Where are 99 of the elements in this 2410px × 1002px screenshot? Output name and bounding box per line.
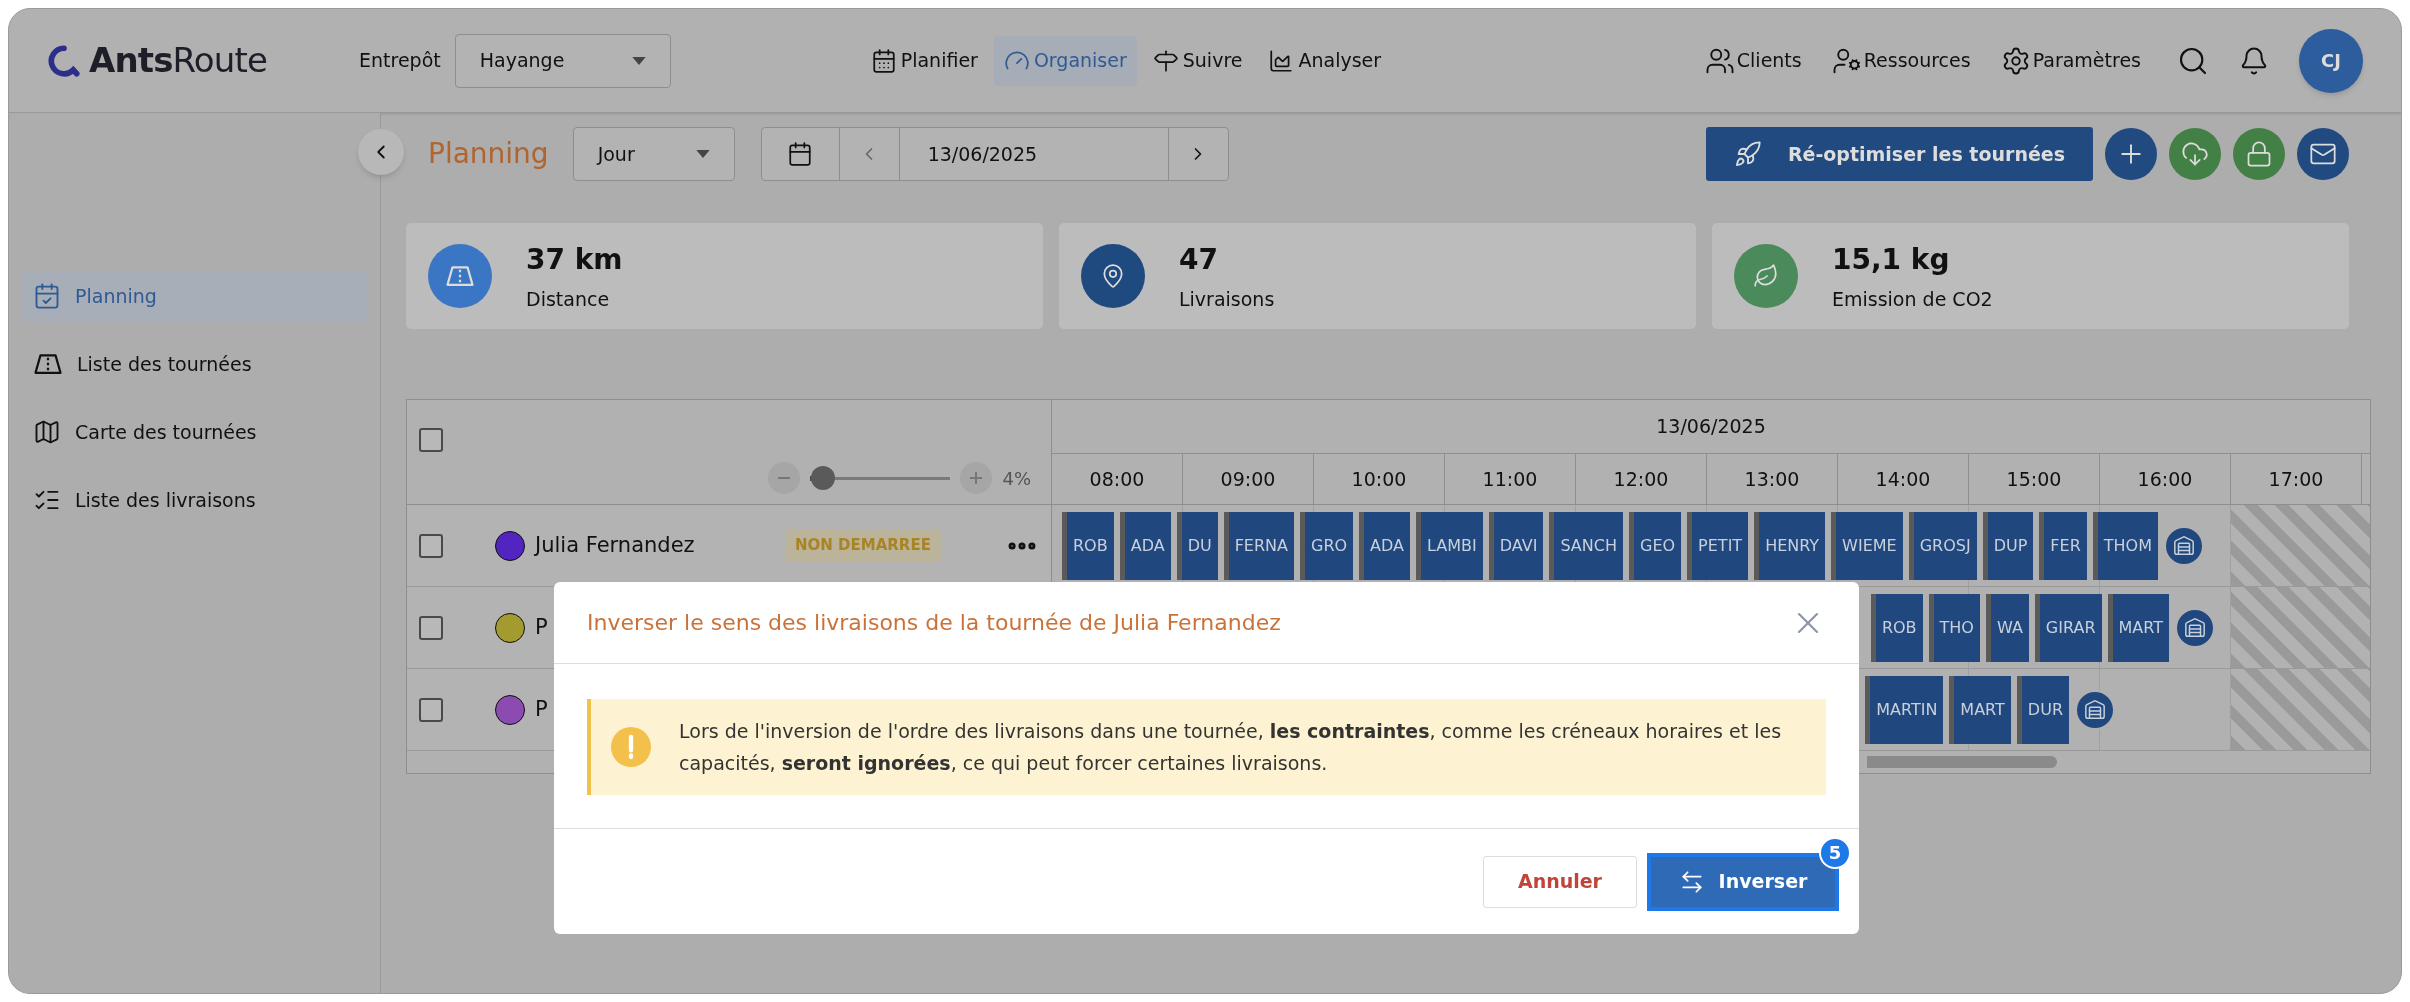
sidebar-item[interactable]: Planning (21, 271, 368, 321)
rocket-icon (1733, 140, 1762, 168)
stat-label: Distance (526, 286, 611, 312)
hour-header: 11:00 (1445, 454, 1576, 504)
hour-header: 12:00 (1576, 454, 1707, 504)
step-badge: 5 (1819, 836, 1851, 869)
lock-button[interactable] (2233, 128, 2285, 180)
page-title: Planning (428, 136, 549, 172)
delivery-block[interactable]: PETIT (1687, 511, 1749, 580)
date-field[interactable]: 13/06/2025 (899, 128, 1168, 180)
timeline-date: 13/06/2025 (1052, 400, 2370, 454)
delivery-block[interactable]: SANCH (1549, 511, 1623, 580)
delivery-block[interactable]: LAMBI (1416, 511, 1483, 580)
warehouse-label: Entrepôt (359, 48, 441, 74)
hour-header: 15:00 (1969, 454, 2100, 504)
delivery-block[interactable]: DUR (2016, 675, 2069, 744)
dialog-title: Inverser le sens des livraisons de la tournée de Julia Fernandez (587, 609, 1282, 637)
map-icon (33, 418, 61, 446)
zoom-reading: 4% (1002, 466, 1031, 491)
hour-header: 17:00 (2231, 454, 2362, 504)
delivery-block[interactable]: HENRY (1754, 511, 1826, 580)
delivery-block[interactable]: GRO (1300, 511, 1354, 580)
logo-icon (47, 43, 81, 78)
delivery-block[interactable]: ROB (1870, 593, 1923, 662)
status-badge: NON DEMARREE (785, 530, 941, 561)
logo-text: AntsRoute (89, 39, 268, 82)
delivery-block[interactable]: GEO (1629, 511, 1682, 580)
warning-icon (611, 727, 651, 767)
delivery-block[interactable]: ADA (1359, 511, 1411, 580)
row-checkbox[interactable] (419, 697, 443, 722)
row-checkbox[interactable] (419, 533, 443, 558)
delivery-block[interactable]: DU (1176, 511, 1218, 580)
horizontal-scrollbar[interactable] (1867, 756, 2057, 768)
delivery-block[interactable]: ROB (1062, 511, 1114, 580)
stat-value: 15,1 kg (1832, 241, 1951, 278)
delivery-block[interactable]: GIRAR (2034, 593, 2102, 662)
optimize-button[interactable]: Ré-optimiser les tournées (1705, 127, 2093, 181)
warning-message: Lors de l'inversion de l'ordre des livraisons dans une tournée, les contraintes, comme les créneaux horaires et les capacités, seront ignorées, ce qui peut forcer certaines livraisons. (679, 719, 1783, 776)
caret-icon (695, 150, 710, 158)
delivery-block[interactable]: FERNA (1223, 511, 1294, 580)
hour-header: 16:00 (2100, 454, 2231, 504)
notification-icon[interactable] (2239, 45, 2269, 76)
warehouse-icon (2184, 616, 2206, 639)
driver-name: Julia Fernandez (535, 531, 695, 559)
cancel-button[interactable]: Annuler (1482, 855, 1637, 908)
lock-icon (2245, 140, 2273, 168)
header-link[interactable]: Ressources (1831, 45, 1971, 76)
email-button[interactable] (2297, 128, 2349, 180)
warehouse-select[interactable]: Hayange (454, 33, 671, 88)
hour-header: 08:00 (1052, 454, 1183, 504)
header-link[interactable]: Paramètres (2000, 45, 2141, 76)
nav-tab[interactable]: Planifier (860, 35, 988, 86)
add-button[interactable] (2105, 128, 2157, 180)
cloud-download-icon (2181, 140, 2209, 168)
user-avatar[interactable]: CJ (2299, 28, 2363, 93)
sidebar-item[interactable]: Carte des tournées (21, 407, 368, 457)
calendar-check-icon (33, 282, 61, 310)
calendar-icon (787, 141, 814, 167)
stat-value: 47 (1179, 241, 1219, 278)
nav-tab[interactable]: Organiser (993, 35, 1137, 86)
stat-value: 37 km (526, 241, 623, 278)
delivery-block[interactable]: FER (2039, 511, 2087, 580)
driver-name: P (535, 695, 548, 723)
delivery-block[interactable]: ADA (1119, 511, 1171, 580)
row-checkbox[interactable] (419, 615, 443, 640)
stat-label: Livraisons (1179, 286, 1275, 312)
warehouse-icon (2084, 698, 2106, 721)
chart-icon (1268, 47, 1295, 74)
select-all-checkbox[interactable] (419, 428, 443, 452)
delivery-block[interactable]: MART (1949, 675, 2011, 744)
minus-icon (778, 477, 791, 479)
stat-label: Emission de CO2 (1832, 286, 1993, 312)
hour-header: 14:00 (1838, 454, 1969, 504)
hour-header: 13:00 (1707, 454, 1838, 504)
delivery-block[interactable]: MARTIN (1865, 675, 1944, 744)
plus-icon (970, 472, 983, 484)
calendar-icon (870, 47, 897, 74)
view-select[interactable]: Jour (572, 127, 735, 181)
delivery-block[interactable]: GROSJ (1908, 511, 1977, 580)
delivery-block[interactable]: DUP (1982, 511, 2034, 580)
nav-tab[interactable]: Analyser (1258, 35, 1392, 86)
delivery-block[interactable]: DAVI (1488, 511, 1544, 580)
nav-tab[interactable]: Suivre (1142, 35, 1253, 86)
warehouse-icon (2173, 534, 2195, 557)
sidebar-item[interactable]: Liste des tournées (21, 339, 368, 389)
hour-header: 09:00 (1183, 454, 1314, 504)
hour-header: 10:00 (1314, 454, 1445, 504)
delivery-block[interactable]: WIEME (1831, 511, 1903, 580)
sidebar-item[interactable]: Liste des livraisons (21, 475, 368, 525)
download-button[interactable] (2169, 128, 2221, 180)
header-link[interactable]: Clients (1704, 45, 1802, 76)
caret-icon (631, 56, 646, 65)
delivery-block[interactable]: WA (1985, 593, 2029, 662)
zoom-slider-handle[interactable] (811, 465, 836, 490)
delivery-block[interactable]: THOM (2092, 511, 2158, 580)
driver-name: P (535, 613, 548, 641)
leaf-icon (1753, 263, 1779, 289)
delivery-block[interactable]: THO (1928, 593, 1980, 662)
delivery-block[interactable]: MART (2107, 593, 2169, 662)
